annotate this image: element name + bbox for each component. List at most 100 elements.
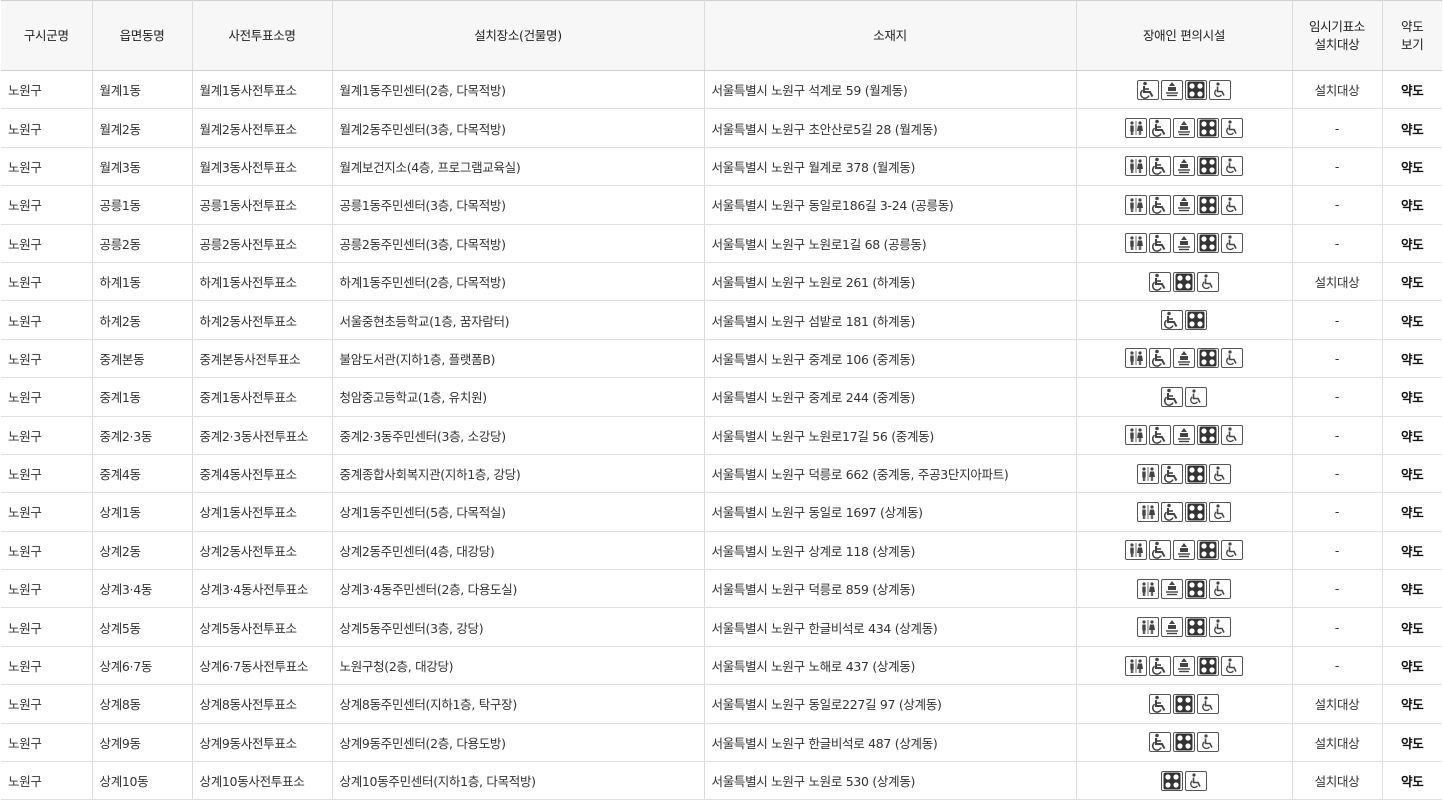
map-link[interactable]: 약도 (1382, 723, 1442, 763)
cell-place: 서울중현초등학교(1층, 꿈자람터) (332, 300, 705, 340)
wheelchair-icon (1149, 233, 1171, 254)
braille-icon (1197, 540, 1219, 561)
facility-icons (1125, 194, 1243, 215)
map-link[interactable]: 약도 (1382, 416, 1442, 455)
cell-dong: 공릉2동 (92, 224, 193, 263)
braille-icon (1197, 655, 1219, 676)
cell-facilities (1076, 492, 1293, 532)
map-link[interactable]: 약도 (1382, 300, 1442, 340)
facility-icons (1161, 770, 1207, 791)
map-link[interactable]: 약도 (1382, 492, 1442, 532)
elevator-icon (1173, 118, 1195, 139)
cell-address: 서울특별시 노원구 한글비석로 487 (상계동) (704, 723, 1077, 763)
map-link[interactable]: 약도 (1382, 531, 1442, 571)
map-link[interactable]: 약도 (1382, 224, 1442, 263)
wheelchair-icon (1149, 693, 1171, 714)
restroom-icon (1125, 425, 1147, 446)
table-row: 노원구 월계3동 월계3동사전투표소 월계보건지소(4층, 프로그램교육실) 서… (1, 147, 1442, 187)
cell-temp-booth: - (1292, 416, 1383, 455)
cell-place: 상계1동주민센터(5층, 다목적실) (332, 492, 705, 532)
cell-gu: 노원구 (1, 492, 93, 532)
braille-icon (1185, 501, 1207, 522)
cell-place: 불암도서관(지하1층, 플랫폼B) (332, 339, 705, 379)
table-row: 노원구 상계3·4동 상계3·4동사전투표소 상계3·4동주민센터(2층, 다용… (1, 569, 1442, 609)
cell-dong: 상계3·4동 (92, 569, 193, 609)
elevator-icon (1173, 540, 1195, 561)
wheelchair-icon (1137, 79, 1159, 100)
map-link[interactable]: 약도 (1382, 684, 1442, 724)
cell-gu: 노원구 (1, 185, 93, 225)
map-link[interactable]: 약도 (1382, 377, 1442, 417)
cell-dong: 하계1동 (92, 262, 193, 302)
cell-address: 서울특별시 노원구 한글비석로 434 (상계동) (704, 607, 1077, 647)
cell-gu: 노원구 (1, 607, 93, 647)
cell-dong: 중계본동 (92, 339, 193, 379)
map-link[interactable]: 약도 (1382, 108, 1442, 148)
wheelchair-icon (1149, 156, 1171, 177)
cell-station: 하계1동사전투표소 (192, 262, 333, 302)
cell-gu: 노원구 (1, 147, 93, 187)
map-link[interactable]: 약도 (1382, 569, 1442, 609)
wheelchair-icon (1161, 310, 1183, 331)
cell-temp-booth: - (1292, 300, 1383, 340)
cell-dong: 상계2동 (92, 531, 193, 571)
map-link[interactable]: 약도 (1382, 185, 1442, 225)
access-icon (1221, 194, 1243, 215)
cell-station: 상계8동사전투표소 (192, 684, 333, 724)
facility-icons (1125, 655, 1243, 676)
map-link[interactable]: 약도 (1382, 262, 1442, 302)
elevator-icon (1161, 578, 1183, 599)
access-icon (1209, 578, 1231, 599)
map-link[interactable]: 약도 (1382, 607, 1442, 647)
braille-icon (1185, 617, 1207, 638)
access-icon (1209, 463, 1231, 484)
map-link[interactable]: 약도 (1382, 147, 1442, 187)
cell-address: 서울특별시 노원구 노원로 261 (하계동) (704, 262, 1077, 302)
wheelchair-icon (1161, 463, 1183, 484)
cell-facilities (1076, 108, 1293, 148)
cell-temp-booth: 설치대상 (1292, 70, 1383, 110)
wheelchair-icon (1149, 348, 1171, 369)
cell-place: 월계1동주민센터(2층, 다목적방) (332, 70, 705, 110)
cell-station: 상계5동사전투표소 (192, 607, 333, 647)
table-row: 노원구 공릉1동 공릉1동사전투표소 공릉1동주민센터(3층, 다목적방) 서울… (1, 185, 1442, 225)
braille-icon (1197, 233, 1219, 254)
map-link[interactable]: 약도 (1382, 454, 1442, 494)
map-link[interactable]: 약도 (1382, 761, 1442, 801)
elevator-icon (1161, 79, 1183, 100)
header-address: 소재지 (704, 0, 1077, 71)
cell-facilities (1076, 569, 1293, 609)
cell-temp-booth: - (1292, 607, 1383, 647)
cell-station: 상계6·7동사전투표소 (192, 646, 333, 686)
access-icon (1221, 118, 1243, 139)
map-link[interactable]: 약도 (1382, 70, 1442, 110)
map-link[interactable]: 약도 (1382, 339, 1442, 379)
elevator-icon (1173, 655, 1195, 676)
restroom-icon (1137, 501, 1159, 522)
cell-gu: 노원구 (1, 416, 93, 455)
access-icon (1209, 617, 1231, 638)
restroom-icon (1137, 617, 1159, 638)
cell-facilities (1076, 300, 1293, 340)
access-icon (1221, 233, 1243, 254)
access-icon (1221, 425, 1243, 446)
cell-address: 서울특별시 노원구 동일로 1697 (상계동) (704, 492, 1077, 532)
braille-icon (1197, 118, 1219, 139)
cell-temp-booth: - (1292, 339, 1383, 379)
header-temp-booth: 임시기표소 설치대상 (1292, 0, 1383, 71)
facility-icons (1137, 79, 1231, 100)
table-row: 노원구 상계5동 상계5동사전투표소 상계5동주민센터(3층, 강당) 서울특별… (1, 607, 1442, 647)
braille-icon (1197, 156, 1219, 177)
cell-gu: 노원구 (1, 646, 93, 686)
access-icon (1221, 655, 1243, 676)
cell-facilities (1076, 339, 1293, 379)
cell-temp-booth: - (1292, 377, 1383, 417)
cell-address: 서울특별시 노원구 석계로 59 (월계동) (704, 70, 1077, 110)
cell-address: 서울특별시 노원구 월계로 378 (월계동) (704, 147, 1077, 187)
cell-place: 월계보건지소(4층, 프로그램교육실) (332, 147, 705, 187)
cell-station: 상계10동사전투표소 (192, 761, 333, 801)
cell-gu: 노원구 (1, 224, 93, 263)
braille-icon (1185, 310, 1207, 331)
cell-facilities (1076, 70, 1293, 110)
map-link[interactable]: 약도 (1382, 646, 1442, 686)
